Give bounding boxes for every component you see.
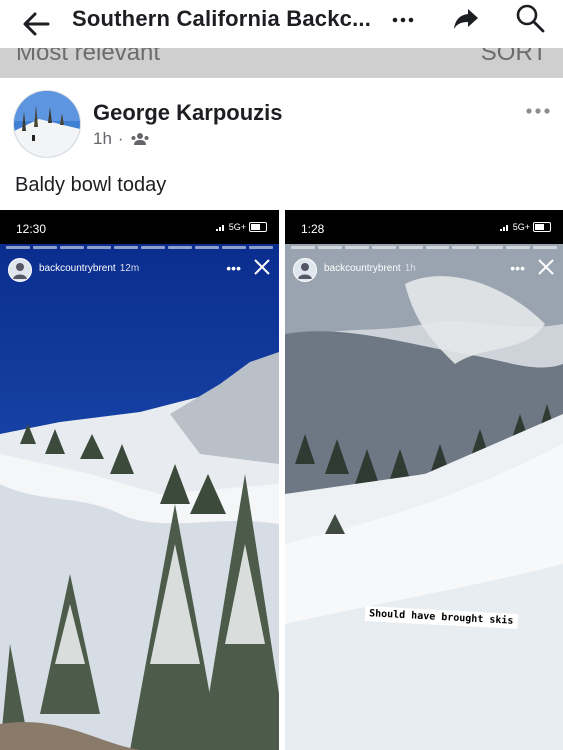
status-time: 12:30 (16, 222, 47, 236)
back-arrow-icon[interactable] (18, 6, 54, 42)
post-meta: 1h · (93, 129, 150, 149)
group-title: Southern California Backc... (72, 6, 372, 31)
story-more-icon: ••• (510, 260, 525, 276)
network-label: 5G+ (512, 222, 530, 232)
status-signal: 5G+ (499, 222, 551, 232)
story-username-text: backcountrybrent (39, 263, 116, 274)
story-user-header: backcountrybrent 1h ••• (293, 258, 555, 282)
story-progress-bar (6, 246, 273, 249)
share-icon[interactable] (452, 6, 480, 32)
story-screenshot-2[interactable]: 1:28 5G+ backcountrybrent 1h ••• Should … (285, 210, 563, 750)
post-time[interactable]: 1h (93, 129, 112, 149)
search-icon[interactable] (514, 2, 546, 34)
story-user-header: backcountrybrent 12m ••• (8, 258, 271, 282)
network-label: 5G+ (228, 222, 246, 232)
meta-separator: · (117, 129, 124, 148)
phone-status-bar: 12:30 5G+ (0, 210, 279, 244)
signal-icon (499, 225, 508, 231)
snowy-slope-photo (285, 244, 563, 750)
battery-icon (249, 222, 267, 232)
story-username-text: backcountrybrent (324, 263, 401, 274)
close-icon (254, 259, 270, 275)
story-more-icon: ••• (226, 260, 241, 276)
post-text: Baldy bowl today (15, 174, 167, 196)
story-age: 12m (119, 263, 140, 274)
close-icon (538, 259, 554, 275)
post-author[interactable]: George Karpouzis (93, 100, 282, 126)
battery-icon (533, 222, 551, 232)
status-signal: 5G+ (215, 222, 267, 232)
story-username: backcountrybrent 1h (324, 263, 416, 274)
signal-icon (215, 225, 224, 231)
story-username: backcountrybrent 12m (39, 263, 139, 274)
comment-sort-bar: Most relevant SORT (0, 48, 563, 78)
top-app-bar: Southern California Backc... (0, 0, 563, 48)
story-avatar (293, 258, 317, 282)
story-age: 1h (404, 263, 416, 274)
group-icon (131, 133, 149, 145)
phone-status-bar: 1:28 5G+ (285, 210, 563, 244)
story-screenshot-1[interactable]: 12:30 5G+ backcountrybrent 12m ••• (0, 210, 279, 750)
story-avatar (8, 258, 32, 282)
avatar[interactable] (13, 90, 81, 158)
status-time: 1:28 (301, 222, 325, 236)
post-header: George Karpouzis 1h · (0, 78, 563, 168)
sort-filter-label[interactable]: Most relevant (16, 48, 160, 67)
post-options-icon[interactable] (524, 104, 552, 118)
snowy-mountain-photo (0, 244, 279, 750)
story-progress-bar (291, 246, 558, 249)
sort-button[interactable]: SORT (481, 48, 547, 67)
more-dots-icon[interactable] (388, 10, 418, 30)
